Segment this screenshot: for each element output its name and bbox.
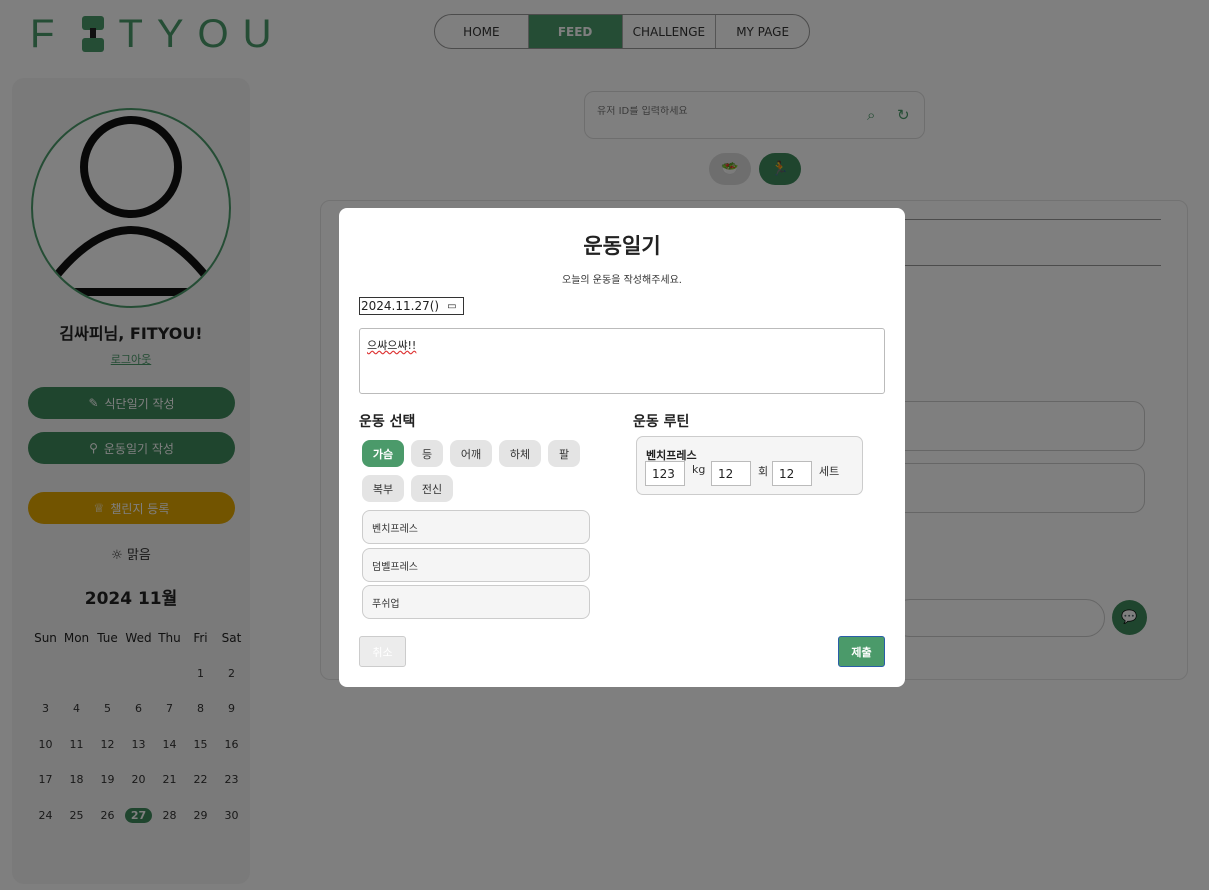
exercise-select-title: 운동 선택 <box>359 414 416 430</box>
exercise-item[interactable]: 푸쉬업 <box>362 585 590 619</box>
sets-unit: 세트 <box>819 465 840 478</box>
sets-input[interactable]: 12 <box>772 461 812 486</box>
date-value: 2024.11.27() <box>361 299 440 313</box>
date-field[interactable]: 2024.11.27() ▭ <box>359 297 464 315</box>
category-abs[interactable]: 복부 <box>362 475 404 502</box>
exercise-item[interactable]: 덤벨프레스 <box>362 548 590 582</box>
calendar-icon[interactable]: ▭ <box>447 301 456 312</box>
routine-card: 벤치프레스 123 kg 12 회 12 세트 <box>636 436 863 495</box>
weight-unit: kg <box>692 463 706 476</box>
category-chest[interactable]: 가슴 <box>362 440 404 467</box>
routine-title: 운동 루틴 <box>633 414 690 430</box>
category-arm[interactable]: 팔 <box>548 440 580 467</box>
category-shoulder[interactable]: 어깨 <box>450 440 492 467</box>
category-full-body[interactable]: 전신 <box>411 475 453 502</box>
submit-button[interactable]: 제출 <box>838 636 885 667</box>
exercise-item[interactable]: 벤치프레스 <box>362 510 590 544</box>
reps-unit: 회 <box>758 465 769 478</box>
cancel-button[interactable]: 취소 <box>359 636 406 667</box>
reps-input[interactable]: 12 <box>711 461 751 486</box>
category-lower-body[interactable]: 하체 <box>499 440 541 467</box>
workout-diary-modal: 운동일기 오늘의 운동을 작성해주세요. 2024.11.27() ▭ 으쌰으쌰… <box>339 208 905 687</box>
memo-textarea[interactable]: 으쌰으쌰!! <box>359 328 885 394</box>
modal-subtitle: 오늘의 운동을 작성해주세요. <box>562 275 682 286</box>
category-back[interactable]: 등 <box>411 440 443 467</box>
weight-input[interactable]: 123 <box>645 461 685 486</box>
memo-text: 으쌰으쌰!! <box>367 339 417 352</box>
modal-title: 운동일기 <box>583 234 661 258</box>
